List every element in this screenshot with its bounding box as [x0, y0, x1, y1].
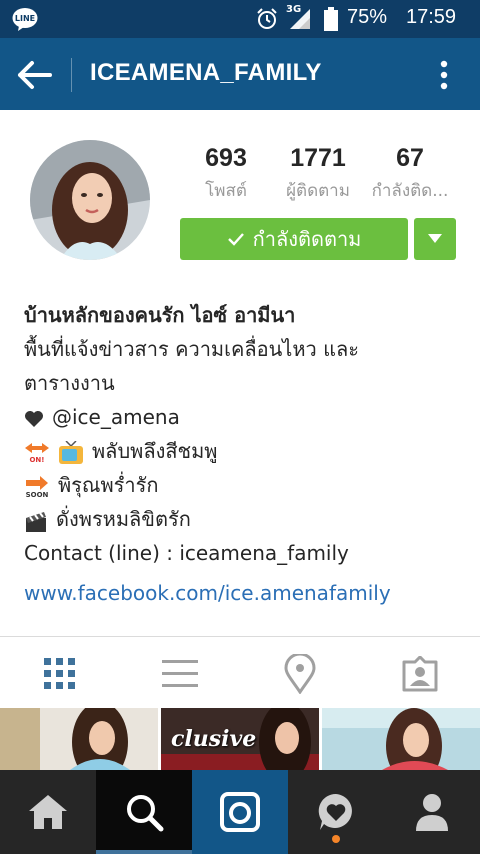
following-count-value: 67	[396, 144, 424, 172]
line-app-icon: LINE	[12, 8, 38, 31]
more-options-icon[interactable]	[432, 56, 456, 94]
photo-caption-text: clusive	[171, 726, 257, 752]
grid-icon	[44, 658, 75, 689]
alarm-clock-icon	[257, 8, 277, 29]
svg-text:ON!: ON!	[29, 456, 44, 464]
activity-heart-icon	[318, 793, 352, 830]
tagged-photos-icon	[402, 656, 438, 692]
bio-show-title: พิรุณพร่ำรัก	[58, 473, 159, 497]
photo-thumbnail[interactable]: clusive	[161, 708, 319, 770]
bio-contact: Contact (line) : iceamena_family	[24, 541, 349, 565]
caret-down-icon	[428, 234, 442, 243]
checkmark-icon	[227, 233, 244, 246]
following-count-label: กำลังติด...	[371, 181, 449, 201]
bio-show-line: ดั่งพรหมลิขิตรัก	[24, 502, 464, 536]
bio-handle-line: @ice_amena	[24, 400, 464, 434]
following-count[interactable]: 67 กำลังติด...	[362, 144, 458, 204]
nav-activity-button[interactable]	[288, 770, 384, 854]
heart-icon	[25, 410, 43, 427]
camera-icon	[220, 792, 260, 832]
notification-dot	[332, 835, 340, 843]
tab-photo-map[interactable]	[278, 652, 322, 696]
network-type-label: 3G	[286, 4, 302, 15]
photo-thumbnail[interactable]	[0, 708, 158, 770]
clock-time: 17:59	[406, 6, 457, 28]
photo-image	[0, 708, 158, 770]
followers-count[interactable]: 1771 ผู้ติดตาม	[276, 144, 360, 204]
soon-arrow-icon: SOON	[26, 475, 49, 498]
profile-icon	[416, 794, 448, 831]
on-arrow-icon: ON!	[25, 442, 49, 464]
clapper-board-icon	[26, 511, 46, 532]
bio-website-link[interactable]: www.facebook.com/ice.amenafamily	[24, 576, 464, 610]
nav-profile-button[interactable]	[384, 770, 480, 854]
profile-avatar[interactable]	[30, 140, 150, 260]
profile-bio: บ้านหลักของคนรัก ไอซ์ อามีนา พื้นที่แจ้ง…	[24, 298, 464, 610]
television-icon	[59, 440, 83, 464]
bio-line: ตารางงาน	[24, 371, 115, 395]
tab-grid-view[interactable]	[38, 652, 82, 696]
photo-image	[322, 708, 480, 770]
profile-username-title: ICEAMENA_FAMILY	[90, 59, 322, 86]
line-badge-text: LINE	[15, 14, 35, 23]
bio-show-line: SOON พิรุณพร่ำรัก	[24, 468, 464, 502]
bio-line: พื้นที่แจ้งข่าวสาร ความเคลื่อนไหว และ	[24, 337, 359, 361]
list-icon	[162, 660, 198, 687]
search-icon	[127, 795, 164, 832]
battery-percentage: 75%	[347, 6, 388, 28]
tab-tagged-photos[interactable]	[398, 652, 442, 696]
suggestions-dropdown-button[interactable]	[414, 218, 456, 260]
tab-list-view[interactable]	[158, 652, 202, 696]
location-pin-icon	[284, 654, 316, 694]
battery-icon	[324, 7, 338, 31]
app-bar: ICEAMENA_FAMILY	[0, 38, 480, 110]
bottom-navigation-bar	[0, 770, 480, 854]
tabs-divider	[0, 636, 480, 637]
home-icon	[29, 795, 67, 829]
status-bar: LINE 3G 75% 17:59	[0, 0, 480, 38]
back-arrow-button[interactable]	[14, 56, 56, 94]
nav-home-button[interactable]	[0, 770, 96, 854]
bio-show-title: พลับพลึงสีชมพู	[92, 439, 218, 463]
photo-thumbnail[interactable]	[322, 708, 480, 770]
following-button[interactable]: กำลังติดตาม	[180, 218, 408, 260]
bio-display-name: บ้านหลักของคนรัก ไอซ์ อามีนา	[24, 303, 296, 327]
posts-count-value: 693	[205, 144, 247, 172]
following-button-label: กำลังติดตาม	[252, 227, 362, 251]
bio-show-title: ดั่งพรหมลิขิตรัก	[56, 507, 191, 531]
posts-count[interactable]: 693 โพสต์	[196, 144, 256, 204]
svg-text:SOON: SOON	[26, 491, 49, 498]
avatar-image	[30, 140, 150, 260]
bio-handle[interactable]: @ice_amena	[52, 405, 180, 429]
followers-count-value: 1771	[290, 144, 346, 172]
app-bar-divider	[71, 58, 72, 92]
active-tab-indicator	[96, 850, 192, 854]
nav-search-button[interactable]	[96, 770, 192, 854]
nav-camera-button[interactable]	[192, 770, 288, 854]
followers-count-label: ผู้ติดตาม	[286, 181, 350, 201]
posts-count-label: โพสต์	[205, 181, 247, 201]
bio-show-line: ON! พลับพลึงสีชมพู	[24, 434, 464, 468]
